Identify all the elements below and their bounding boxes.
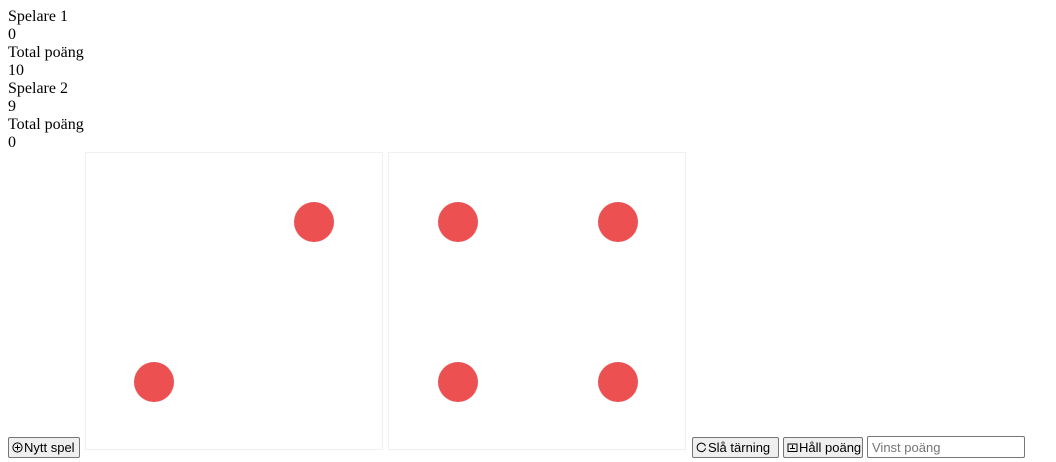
plus-circle-icon xyxy=(12,442,23,453)
player-2-current-score: 9 xyxy=(8,98,16,115)
new-game-label: Nytt spel xyxy=(24,440,75,455)
player-1-name: Spelare 1 xyxy=(8,8,68,25)
player-2-total-score: 0 xyxy=(8,134,16,151)
die-1-pip xyxy=(294,202,334,242)
die-1-pip xyxy=(134,362,174,402)
die-2-pip xyxy=(438,202,478,242)
roll-dice-button[interactable]: Slå tärning xyxy=(692,437,779,458)
player-1-total-label: Total poäng xyxy=(8,44,84,61)
die-1 xyxy=(85,152,383,450)
win-points-input[interactable] xyxy=(867,436,1025,458)
die-2-pip xyxy=(598,362,638,402)
roll-dice-label: Slå tärning xyxy=(708,440,771,455)
new-game-button[interactable]: Nytt spel xyxy=(8,437,80,458)
die-2 xyxy=(388,152,686,450)
scoreboard: Spelare 1 0 Total poäng 10 Spelare 2 9 T… xyxy=(8,8,84,152)
inbox-tray-icon xyxy=(787,442,798,453)
player-1-current-score: 0 xyxy=(8,26,16,43)
player-1-total-score: 10 xyxy=(8,62,24,79)
hold-points-button[interactable]: Håll poäng xyxy=(783,437,863,458)
hold-points-label: Håll poäng xyxy=(799,440,862,455)
player-2-total-label: Total poäng xyxy=(8,116,84,133)
refresh-circle-icon xyxy=(696,442,707,453)
die-2-pip xyxy=(598,202,638,242)
die-2-pip xyxy=(438,362,478,402)
player-2-name: Spelare 2 xyxy=(8,80,68,97)
